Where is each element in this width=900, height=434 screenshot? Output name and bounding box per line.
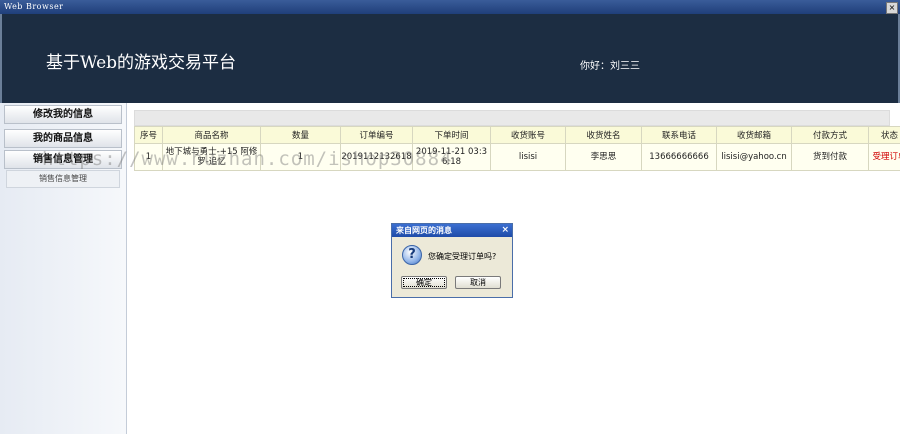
submenu-item-sales-management[interactable]: 销售信息管理 xyxy=(6,170,120,188)
table-toolbar xyxy=(134,110,890,126)
column-header: 联系电话 xyxy=(641,126,717,144)
cell-receiver-account: lisisi xyxy=(490,143,566,171)
cell-phone: 13666666666 xyxy=(641,143,717,171)
close-icon[interactable]: × xyxy=(501,224,509,237)
dialog-title: 来自网页的消息 xyxy=(396,226,452,235)
column-header: 订单编号 xyxy=(340,126,413,144)
column-header: 收货姓名 xyxy=(565,126,642,144)
site-header: 基于Web的游戏交易平台 你好：刘三三 xyxy=(0,14,900,103)
sidebar-item-my-products[interactable]: 我的商品信息 xyxy=(4,129,122,148)
window-title: Web Browser xyxy=(4,2,64,11)
user-greeting: 你好：刘三三 xyxy=(580,61,640,72)
column-header: 商品名称 xyxy=(162,126,261,144)
dialog-titlebar: 来自网页的消息 × xyxy=(392,224,512,237)
window-titlebar: Web Browser × xyxy=(0,0,900,14)
site-title: 基于Web的游戏交易平台 xyxy=(46,53,237,73)
ok-button[interactable]: 确定 xyxy=(401,276,447,289)
dialog-message: 您确定受理订单吗? xyxy=(428,252,497,261)
column-header: 收货账号 xyxy=(490,126,566,144)
column-header: 序号 xyxy=(134,126,163,144)
sidebar-item-edit-info[interactable]: 修改我的信息 xyxy=(4,105,122,124)
column-header: 下单时间 xyxy=(412,126,491,144)
cell-email: lisisi@yahoo.cn xyxy=(716,143,792,171)
cell-payment-method: 货到付款 xyxy=(791,143,869,171)
table-header-row: 序号 商品名称 数量 订单编号 下单时间 收货账号 收货姓名 联系电话 收货邮箱… xyxy=(134,126,900,144)
confirm-dialog: 来自网页的消息 × ? 您确定受理订单吗? 确定 取消 xyxy=(391,223,513,298)
column-header: 收货邮箱 xyxy=(716,126,792,144)
sidebar-item-label: 我的商品信息 xyxy=(33,133,93,144)
cancel-button[interactable]: 取消 xyxy=(455,276,501,289)
accept-order-link[interactable]: 受理订单 xyxy=(868,143,900,171)
column-header: 数量 xyxy=(260,126,341,144)
sidebar-item-label: 修改我的信息 xyxy=(33,109,93,120)
watermark: https://www.huzhan.com/ishop30884 xyxy=(42,148,453,170)
cell-receiver-name: 李思思 xyxy=(565,143,642,171)
question-icon: ? xyxy=(402,245,422,265)
close-icon[interactable]: × xyxy=(886,2,898,14)
column-header: 付款方式 xyxy=(791,126,869,144)
column-header: 状态 xyxy=(868,126,900,144)
